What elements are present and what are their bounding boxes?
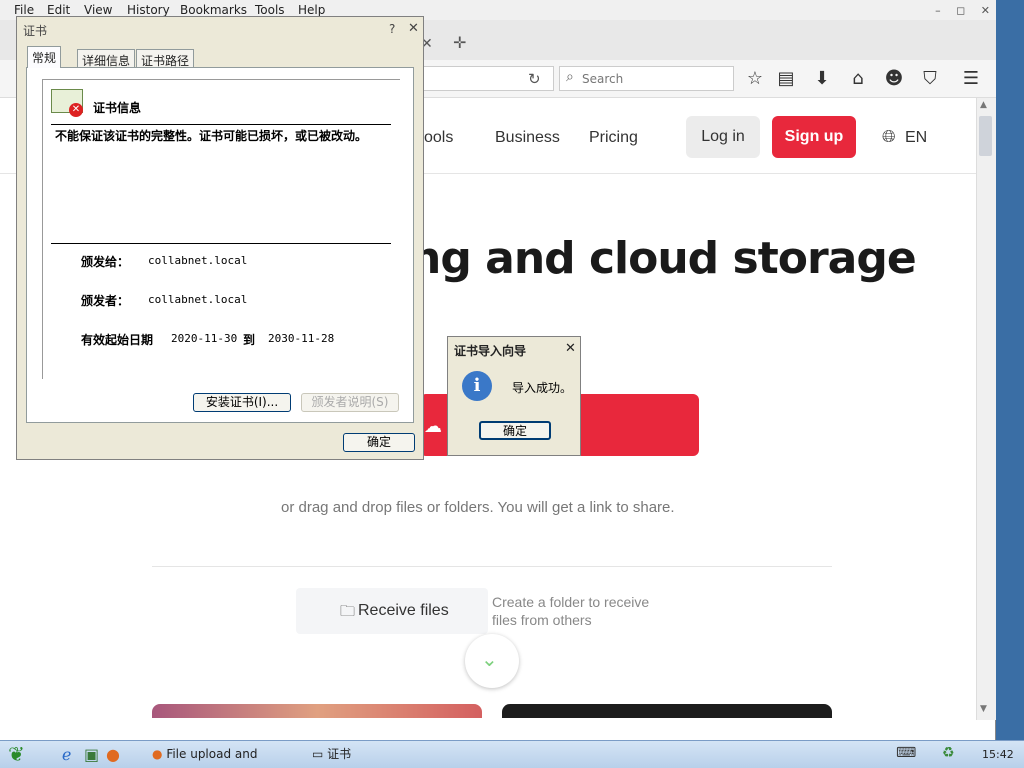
dialog-title: 证书 (23, 24, 48, 38)
home-icon[interactable]: ⌂ (847, 68, 869, 89)
divider (51, 124, 391, 125)
error-icon: ✕ (69, 103, 83, 117)
menu-tools[interactable]: Tools (255, 3, 285, 17)
language-selector[interactable]: EN (905, 129, 927, 147)
issued-to-label: 颁发给： (81, 255, 130, 269)
menu-icon[interactable]: ☰ (960, 68, 982, 89)
issued-by-label: 颁发者： (81, 294, 130, 308)
receive-description: Create a folder to receive (492, 594, 650, 610)
minimize-button[interactable]: – (935, 4, 941, 17)
menu-help[interactable]: Help (298, 3, 325, 17)
new-tab-icon[interactable]: ✛ (453, 33, 466, 52)
section-divider (152, 566, 832, 567)
firefox-icon[interactable]: ● (106, 745, 120, 764)
search-icon: ⌕ (566, 69, 574, 85)
menu-bookmarks[interactable]: Bookmarks (180, 3, 247, 17)
tab-details[interactable]: 详细信息 (77, 49, 136, 68)
cert-warning-text: 不能保证该证书的完整性。证书可能已损坏，或已被改动。 (55, 129, 368, 143)
issuer-statement-button[interactable]: 颁发者说明(S) (301, 393, 399, 412)
cert-info-title: 证书信息 (93, 101, 142, 115)
globe-icon[interactable]: 🌐︎ (882, 127, 896, 147)
vertical-scrollbar[interactable] (976, 98, 996, 720)
valid-to-label: 到 (243, 333, 256, 347)
drag-drop-hint: or drag and drop files or folders. You w… (281, 499, 675, 516)
signup-button[interactable]: Sign up (772, 116, 856, 158)
start-button[interactable]: ❦ (8, 742, 25, 766)
nav-business[interactable]: Business (495, 129, 560, 147)
certificate-dialog: 证书 ? ✕ 常规 详细信息 证书路径 ✕ 证书信息 不能保证该证书的完整性。证… (16, 16, 424, 460)
issued-by-value: collabnet.local (148, 293, 248, 306)
info-box-border (43, 79, 400, 80)
window-controls: – ◻ ✕ (923, 4, 990, 17)
help-button[interactable]: ? (389, 22, 395, 36)
info-box-border (42, 79, 43, 379)
receive-description-2: files from others (492, 612, 592, 628)
upload-cloud-icon: ☁ (424, 416, 442, 437)
pocket-icon[interactable]: ⛉ (919, 68, 941, 89)
login-button[interactable]: Log in (686, 116, 760, 158)
search-placeholder: Search (582, 72, 624, 86)
ie-icon[interactable]: ℯ (62, 745, 71, 764)
info-icon: i (462, 371, 492, 401)
menu-file[interactable]: File (14, 3, 34, 17)
taskbar-item-label: File upload and sharin... (166, 747, 258, 761)
install-certificate-button[interactable]: 安装证书(I)... (193, 393, 291, 412)
hero-heading: ng and cloud storage (410, 233, 917, 284)
download-icon[interactable]: ⬇ (811, 68, 833, 89)
taskbar-item-certificate[interactable]: ▭ 证书 (312, 742, 392, 766)
scroll-thumb[interactable] (979, 116, 992, 156)
explorer-icon[interactable]: ▣ (84, 745, 99, 764)
nav-pricing[interactable]: Pricing (589, 129, 638, 147)
valid-from-value: 2020-11-30 (171, 332, 238, 345)
valid-from-label: 有效起始日期 (81, 333, 154, 347)
general-panel (26, 67, 414, 423)
receive-files-label: Receive files (358, 602, 449, 619)
reading-list-icon[interactable]: ▤ (775, 68, 797, 89)
tab-cert-path[interactable]: 证书路径 (136, 49, 195, 68)
maximize-button[interactable]: ◻ (956, 4, 965, 17)
menu-edit[interactable]: Edit (47, 3, 70, 17)
close-icon[interactable]: ✕ (565, 341, 576, 356)
dialog-title: 证书导入向导 (454, 344, 527, 358)
clock: 15:42 (982, 748, 1014, 761)
close-window-button[interactable]: ✕ (981, 4, 990, 17)
ok-button[interactable]: 确定 (479, 421, 551, 440)
nav-tools[interactable]: ools (424, 129, 453, 147)
network-icon[interactable]: ♻ (942, 745, 955, 761)
scroll-down-arrow[interactable]: ▼ (980, 704, 987, 714)
scroll-up-arrow[interactable]: ▲ (980, 100, 987, 110)
folder-icon: 🗀 (340, 602, 356, 620)
menu-view[interactable]: View (84, 3, 112, 17)
reload-icon[interactable]: ↻ (528, 70, 541, 88)
issued-to-value: collabnet.local (148, 254, 248, 267)
chat-icon[interactable]: ☻ (883, 68, 905, 89)
taskbar-item-label: 证书 (327, 747, 352, 761)
feature-card (502, 704, 832, 718)
chevron-down-icon: ⌄ (481, 647, 498, 671)
window-icon: ▭ (312, 747, 324, 761)
success-message: 导入成功。 (512, 381, 573, 395)
bookmark-star-icon[interactable]: ☆ (744, 68, 766, 89)
import-wizard-dialog: 证书导入向导 ✕ i 导入成功。 确定 (447, 336, 581, 456)
close-icon[interactable]: ✕ (408, 21, 419, 36)
feature-card (152, 704, 482, 718)
menu-history[interactable]: History (127, 3, 170, 17)
tab-general[interactable]: 常规 (27, 46, 62, 68)
valid-to-value: 2030-11-28 (268, 332, 335, 345)
keyboard-icon[interactable]: ⌨ (896, 745, 916, 761)
firefox-icon: ● (152, 747, 163, 761)
taskbar-item-firefox[interactable]: ● File upload and sharin... (152, 742, 302, 766)
divider (51, 243, 391, 244)
ok-button[interactable]: 确定 (343, 433, 415, 452)
